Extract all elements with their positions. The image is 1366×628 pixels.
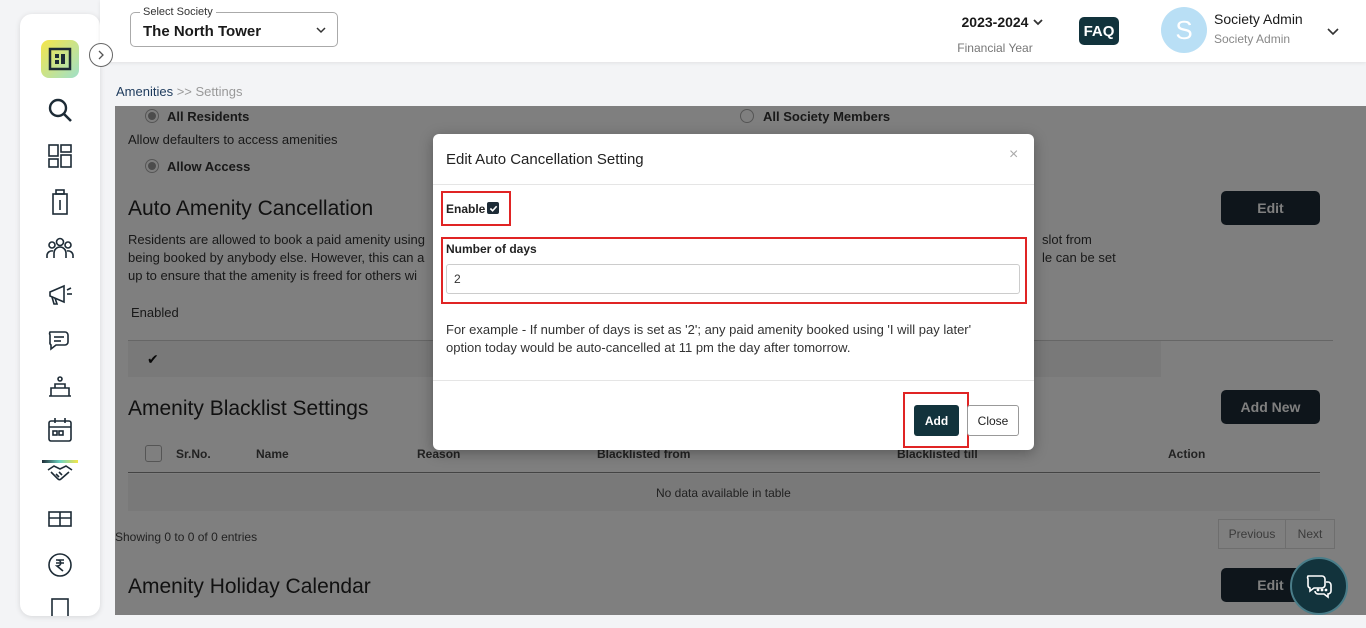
society-select-label: Select Society	[140, 6, 216, 18]
add-button[interactable]: Add	[914, 405, 959, 436]
building-icon[interactable]	[44, 186, 76, 218]
dashboard-icon[interactable]	[44, 140, 76, 172]
members-icon[interactable]	[44, 232, 76, 264]
financial-year-select[interactable]: 2023-2024 Financial Year	[950, 14, 1043, 55]
sidebar	[20, 14, 100, 616]
chevron-right-icon	[98, 50, 104, 60]
chat-support-button[interactable]	[1290, 557, 1348, 615]
breadcrumb-separator: >>	[176, 84, 192, 99]
breadcrumb-amenities[interactable]: Amenities	[116, 84, 173, 99]
chat-icon[interactable]	[44, 324, 76, 356]
user-name: Society Admin	[1214, 11, 1303, 27]
chevron-down-icon[interactable]	[1326, 24, 1340, 38]
chevron-down-icon	[1033, 19, 1043, 26]
modal-footer-divider	[433, 380, 1034, 381]
number-of-days-input[interactable]	[446, 264, 1020, 294]
chevron-down-icon	[316, 27, 326, 34]
user-role: Society Admin	[1214, 32, 1291, 46]
modal-title: Edit Auto Cancellation Setting	[446, 151, 644, 168]
faq-button[interactable]: FAQ	[1079, 17, 1119, 45]
parcel-icon[interactable]	[44, 502, 76, 534]
example-text: For example - If number of days is set a…	[446, 322, 972, 355]
modal-header-divider	[433, 184, 1034, 185]
enable-checkbox[interactable]	[487, 202, 499, 214]
close-icon[interactable]: ×	[1009, 146, 1018, 164]
society-select[interactable]: Select Society The North Tower	[130, 6, 338, 47]
sidebar-toggle-button[interactable]	[89, 43, 113, 67]
financial-year-label: Financial Year	[957, 41, 1033, 55]
breadcrumb-settings: Settings	[195, 84, 243, 99]
top-header: Select Society The North Tower 2023-2024…	[100, 0, 1366, 62]
society-select-value: The North Tower	[143, 23, 262, 40]
document-icon[interactable]	[44, 594, 76, 616]
rupee-icon[interactable]	[44, 549, 76, 581]
handshake-icon[interactable]	[44, 456, 76, 488]
calendar-icon[interactable]	[44, 414, 76, 446]
chat-bubble-icon	[1306, 575, 1332, 599]
logo-icon	[48, 47, 72, 71]
close-button[interactable]: Close	[967, 405, 1019, 436]
announcement-icon[interactable]	[44, 278, 76, 310]
search-icon[interactable]	[44, 94, 76, 126]
app-logo[interactable]	[41, 40, 79, 78]
check-icon	[489, 205, 497, 212]
avatar[interactable]: S	[1161, 7, 1207, 53]
breadcrumb: Amenities >> Settings	[116, 84, 243, 99]
enable-label: Enable	[446, 202, 486, 216]
financial-year-value: 2023-2024	[961, 14, 1029, 30]
amenity-icon[interactable]	[44, 370, 76, 402]
edit-auto-cancel-modal: Edit Auto Cancellation Setting × Enable …	[433, 134, 1034, 450]
days-label: Number of days	[446, 242, 537, 256]
